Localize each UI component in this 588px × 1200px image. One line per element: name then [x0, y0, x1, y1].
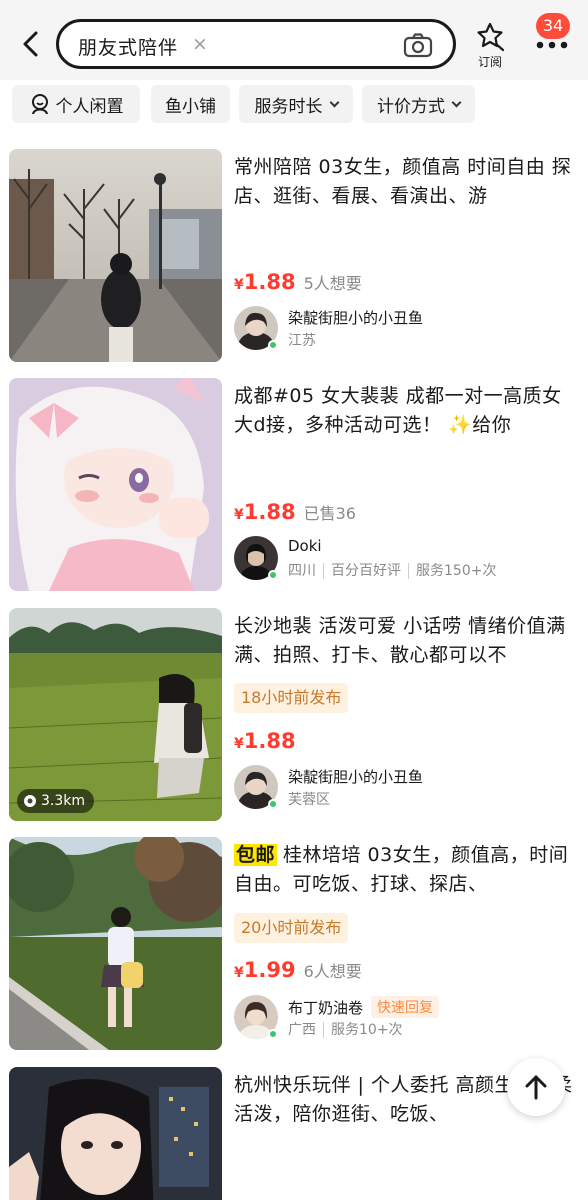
filter-label: 鱼小铺: [165, 96, 216, 117]
currency-symbol: ¥: [234, 507, 244, 523]
filter-fish-shop[interactable]: 鱼小铺: [151, 85, 230, 123]
subscribe-button[interactable]: 订阅: [470, 20, 510, 70]
filter-personal-idle[interactable]: 个人闲置: [12, 85, 140, 123]
seller-name: 布丁奶油卷 快速回复: [288, 996, 440, 1018]
search-input[interactable]: 朋友式陪伴 ×: [56, 19, 456, 69]
listing-card[interactable]: 3.3km 长沙地裴 活泼可爱 小话唠 情绪价值满满、拍照、打卡、散心都可以不 …: [0, 608, 588, 838]
filter-service-duration[interactable]: 服务时长: [239, 85, 353, 123]
online-indicator: [268, 1029, 278, 1039]
free-shipping-tag: 包邮: [234, 844, 278, 866]
back-button[interactable]: [14, 26, 48, 62]
search-query: 朋友式陪伴: [78, 37, 179, 59]
person-icon: [31, 94, 48, 115]
clear-search-button[interactable]: ×: [189, 33, 211, 55]
price-row: ¥ 1.99 6人想要: [234, 958, 362, 988]
seller-row[interactable]: 染靛街胆小的小丑鱼 芙蓉区: [234, 763, 580, 811]
sold-count: 已售36: [303, 504, 356, 523]
interest-count: 6人想要: [303, 962, 362, 981]
distance-badge: 3.3km: [17, 789, 95, 813]
interest-count: 5人想要: [303, 274, 362, 293]
seller-meta: 江苏: [288, 333, 316, 349]
price-row: ¥ 1.88 已售36: [234, 500, 356, 530]
seller-row[interactable]: Doki 四川 百分百好评 服务150+次: [234, 534, 580, 582]
seller-row[interactable]: 布丁奶油卷 快速回复 广西 服务10+次: [234, 993, 580, 1041]
top-bar: 朋友式陪伴 × 订阅 34: [0, 0, 588, 80]
filter-label: 服务时长: [254, 96, 323, 117]
seller-row[interactable]: 染靛街胆小的小丑鱼 江苏: [234, 304, 580, 352]
star-pin-icon: [477, 22, 505, 52]
listing-photo[interactable]: [9, 149, 222, 362]
location-pin-icon: [24, 795, 36, 807]
price-row: ¥ 1.88: [234, 729, 304, 759]
subscribe-label: 订阅: [477, 55, 502, 69]
listing-photo[interactable]: [9, 837, 222, 1050]
listing-price: 1.88: [243, 270, 296, 294]
listing-title: 成都#05 女大裴裴 成都一对一高质女大d接，多种活动可选！ ✨给你: [234, 385, 562, 436]
listing-photo[interactable]: 3.3km: [9, 608, 222, 821]
listing-card[interactable]: 常州陪陪 03女生，颜值高 时间自由 探店、逛街、看展、看演出、游 ¥ 1.88…: [0, 149, 588, 379]
currency-symbol: ¥: [234, 277, 244, 293]
filter-pricing-method[interactable]: 计价方式: [362, 85, 475, 123]
currency-symbol: ¥: [234, 965, 244, 981]
listing-photo[interactable]: [9, 378, 222, 591]
seller-name: Doki: [288, 537, 322, 555]
chevron-down-icon: [451, 97, 462, 107]
seller-meta: 广西 服务10+次: [288, 1022, 403, 1038]
more-dots-icon[interactable]: [532, 34, 572, 54]
seller-name: 染靛街胆小的小丑鱼: [288, 309, 424, 327]
listing-photo[interactable]: [9, 1067, 222, 1200]
listing-price: 1.88: [243, 729, 296, 753]
price-row: ¥ 1.88 5人想要: [234, 270, 362, 300]
listing-price: 1.88: [243, 500, 296, 524]
listing-title: 常州陪陪 03女生，颜值高 时间自由 探店、逛街、看展、看演出、游: [234, 156, 572, 207]
listing-title: 长沙地裴 活泼可爱 小话唠 情绪价值满满、拍照、打卡、散心都可以不: [234, 615, 566, 666]
listing-card[interactable]: 包邮 桂林培培 03女生，颜值高，时间自由。可吃饭、打球、探店、 20小时前发布 …: [0, 837, 588, 1067]
scroll-to-top-button[interactable]: [507, 1058, 565, 1116]
filter-label: 计价方式: [377, 96, 445, 117]
filter-bar: 个人闲置 鱼小铺 服务时长 计价方式: [0, 80, 588, 130]
camera-icon[interactable]: [403, 32, 433, 58]
seller-name: 染靛街胆小的小丑鱼: [288, 768, 424, 786]
online-indicator: [268, 799, 278, 809]
listing-card[interactable]: 成都#05 女大裴裴 成都一对一高质女大d接，多种活动可选！ ✨给你 ¥ 1.8…: [0, 378, 588, 608]
post-time-tag: 18小时前发布: [234, 683, 349, 713]
arrow-up-icon: [525, 1075, 547, 1100]
listing-card[interactable]: 杭州快乐玩伴 | 个人委托 高颜生，温柔活泼，陪你逛街、吃饭、: [0, 1067, 588, 1200]
chevron-down-icon: [329, 97, 339, 107]
fast-reply-tag: 快速回复: [371, 996, 440, 1018]
listing-price: 1.99: [243, 958, 296, 982]
currency-symbol: ¥: [234, 736, 244, 752]
online-indicator: [268, 570, 278, 580]
listing-title: 包邮 桂林培培 03女生，颜值高，时间自由。可吃饭、打球、探店、: [234, 844, 569, 895]
back-arrow-icon: [23, 31, 38, 57]
online-indicator: [268, 340, 278, 350]
filter-label: 个人闲置: [55, 96, 124, 117]
seller-meta: 芙蓉区: [288, 792, 330, 808]
post-time-tag: 20小时前发布: [234, 913, 349, 943]
seller-meta: 四川 百分百好评 服务150+次: [288, 563, 497, 579]
